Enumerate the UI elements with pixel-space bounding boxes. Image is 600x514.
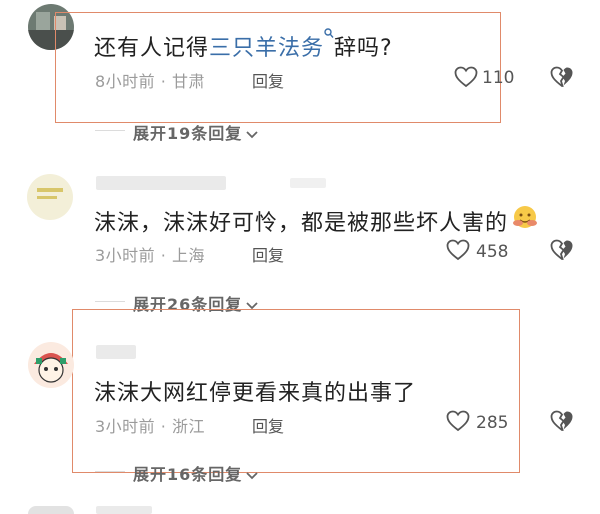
hug-emoji [512,204,538,230]
comment-time: 8小时前 · 甘肃 [95,72,205,91]
avatar[interactable] [27,174,73,220]
like-count: 285 [476,413,509,433]
expand-replies-button[interactable]: 展开16条回复 [133,461,258,485]
username-redacted [96,506,152,514]
heart-icon[interactable] [446,410,470,432]
search-icon[interactable] [324,28,334,40]
reply-button[interactable]: 回复 [252,242,284,266]
divider [95,301,125,302]
chevron-down-icon [246,130,258,139]
heart-icon[interactable] [454,66,478,88]
like-count: 110 [482,68,515,88]
broken-heart-icon[interactable] [550,239,574,261]
username-redacted [96,345,136,359]
avatar[interactable] [28,342,74,388]
comment-time: 3小时前 · 上海 [95,246,205,265]
username-redacted [290,178,326,188]
comment-time: 3小时前 · 浙江 [95,417,205,436]
search-link[interactable]: 三只羊法务 [209,36,324,61]
comment-text: 沫沫，沫沫好可怜，都是被那些坏人害的 [94,211,509,236]
reply-button[interactable]: 回复 [252,413,284,437]
broken-heart-icon[interactable] [550,66,574,88]
divider [95,130,125,131]
username-redacted [96,176,226,190]
expand-replies-button[interactable]: 展开19条回复 [133,120,258,144]
chevron-down-icon [246,471,258,480]
comment-text: 还有人记得三只羊法务 辞吗? [94,28,393,62]
divider [95,471,125,472]
comment-text: 沫沫大网红停更看来真的出事了 [94,381,417,406]
reply-button[interactable]: 回复 [252,68,284,92]
broken-heart-icon[interactable] [550,410,574,432]
heart-icon[interactable] [446,239,470,261]
like-count: 458 [476,242,509,262]
avatar[interactable] [28,506,74,514]
